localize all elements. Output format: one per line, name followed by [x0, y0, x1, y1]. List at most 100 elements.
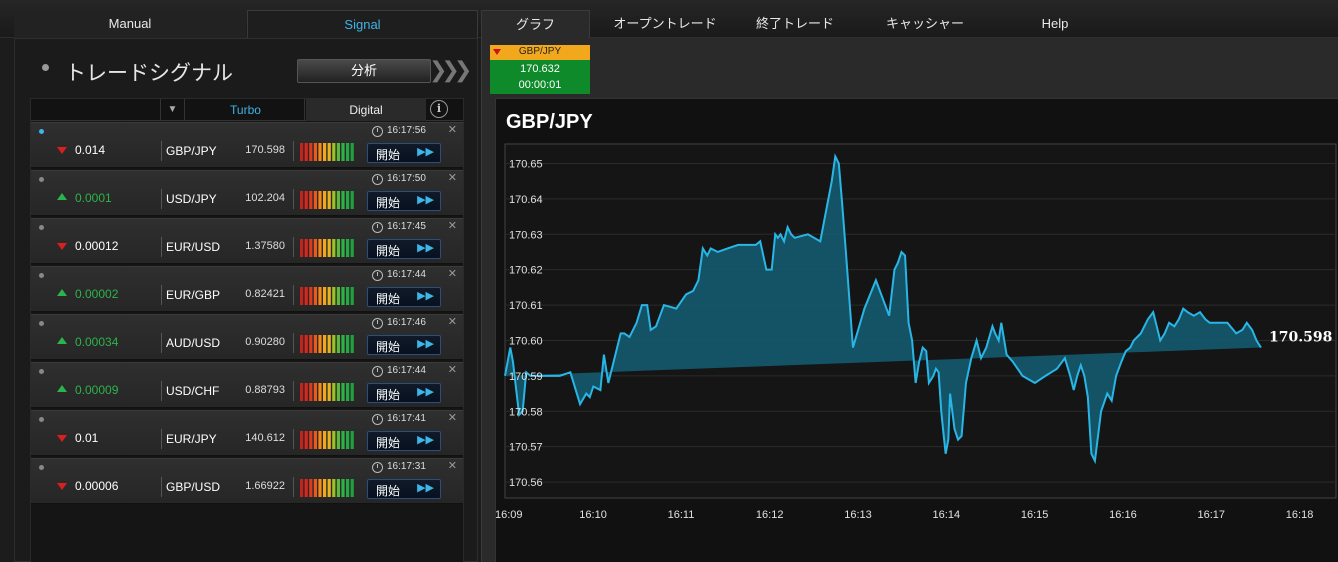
last-price-label: 170.598 [1269, 330, 1332, 346]
meter-bar [336, 287, 340, 305]
signal-time: 16:17:50 [387, 173, 426, 184]
signal-row[interactable]: ✕ 16:17:46 0.00034 AUD/USD 0.90280 開始 ▶▶ [31, 314, 463, 360]
close-icon[interactable]: ✕ [448, 171, 457, 184]
y-tick-label: 170.61 [509, 300, 543, 312]
meter-bar [346, 191, 350, 209]
strength-meter [300, 479, 354, 497]
divider [293, 237, 294, 257]
subtab-turbo[interactable]: Turbo [187, 99, 305, 121]
signal-row[interactable]: ✕ 16:17:31 0.00006 GBP/USD 1.66922 開始 ▶▶ [31, 458, 463, 504]
meter-bar [332, 287, 336, 305]
status-dot-icon [39, 177, 44, 182]
y-tick-label: 170.58 [509, 406, 543, 418]
start-button[interactable]: 開始 ▶▶ [367, 191, 441, 211]
triangle-up-icon [57, 289, 67, 296]
meter-bar [300, 479, 304, 497]
meter-bar [336, 191, 340, 209]
close-icon[interactable]: ✕ [448, 219, 457, 232]
start-button[interactable]: 開始 ▶▶ [367, 431, 441, 451]
meter-bar [341, 383, 345, 401]
start-button-label: 開始 [376, 292, 401, 306]
meter-bar [304, 335, 308, 353]
meter-bar [309, 335, 313, 353]
close-icon[interactable]: ✕ [448, 411, 457, 424]
meter-bar [323, 239, 327, 257]
close-icon[interactable]: ✕ [448, 123, 457, 136]
top-navigation: Manual Signal グラフ オープントレード 終了トレード キャッシャー… [0, 0, 1338, 38]
meter-bar [346, 287, 350, 305]
divider [161, 429, 162, 449]
asset-chip[interactable]: GBP/JPY 170.632 00:00:01 [490, 45, 590, 94]
strength-meter [300, 335, 354, 353]
x-tick-label: 16:16 [1109, 509, 1137, 521]
divider [293, 189, 294, 209]
fast-forward-icon: ▶▶ [417, 386, 434, 398]
filter-select[interactable] [31, 99, 161, 121]
signal-table: ▼ Turbo Digital i ✕ 16:17:56 0.014 GBP/JPY 1… [30, 98, 464, 562]
signal-row[interactable]: ✕ 16:17:41 0.01 EUR/JPY 140.612 開始 ▶▶ [31, 410, 463, 456]
tab-help[interactable]: Help [1000, 10, 1110, 38]
signal-time: 16:17:45 [387, 221, 426, 232]
meter-bar [323, 335, 327, 353]
info-icon[interactable]: i [430, 100, 448, 118]
signal-row[interactable]: ✕ 16:17:45 0.00012 EUR/USD 1.37580 開始 ▶▶ [31, 218, 463, 264]
signal-pair: EUR/JPY [166, 432, 217, 446]
filter-bar: ▼ Turbo Digital i [31, 99, 463, 121]
y-tick-label: 170.65 [509, 158, 543, 170]
close-icon[interactable]: ✕ [448, 459, 457, 472]
tab-cashier[interactable]: キャッシャー [860, 10, 990, 38]
strength-meter [300, 191, 354, 209]
meter-bar [346, 383, 350, 401]
x-tick-label: 16:13 [844, 509, 872, 521]
start-button[interactable]: 開始 ▶▶ [367, 335, 441, 355]
y-tick-label: 170.57 [509, 442, 543, 454]
clock-icon [372, 462, 383, 473]
tab-graph[interactable]: グラフ [481, 10, 590, 38]
meter-bar [318, 239, 322, 257]
meter-bar [341, 191, 345, 209]
start-button-label: 開始 [376, 340, 401, 354]
signal-row[interactable]: ✕ 16:17:44 0.00009 USD/CHF 0.88793 開始 ▶▶ [31, 362, 463, 408]
meter-bar [304, 287, 308, 305]
fast-forward-icon: ▶▶ [417, 146, 434, 158]
asset-chip-pair: GBP/JPY [518, 46, 562, 57]
signal-change: 0.014 [75, 143, 106, 157]
clock-icon [372, 366, 383, 377]
triangle-down-icon [57, 435, 67, 442]
meter-bar [341, 335, 345, 353]
start-button[interactable]: 開始 ▶▶ [367, 239, 441, 259]
fast-forward-icon: ▶▶ [417, 194, 434, 206]
tab-closed-trades[interactable]: 終了トレード [730, 10, 860, 38]
close-icon[interactable]: ✕ [448, 267, 457, 280]
meter-bar [323, 143, 327, 161]
meter-bar [336, 143, 340, 161]
signal-time: 16:17:56 [387, 125, 426, 136]
y-tick-label: 170.63 [509, 229, 543, 241]
signal-pair: USD/CHF [166, 384, 220, 398]
clock-icon [372, 222, 383, 233]
signal-change: 0.00009 [75, 383, 119, 397]
signal-row[interactable]: ✕ 16:17:50 0.0001 USD/JPY 102.204 開始 ▶▶ [31, 170, 463, 216]
tab-manual[interactable]: Manual [14, 10, 246, 38]
start-button[interactable]: 開始 ▶▶ [367, 479, 441, 499]
signal-pair: USD/JPY [166, 192, 217, 206]
start-button[interactable]: 開始 ▶▶ [367, 287, 441, 307]
meter-bar [346, 335, 350, 353]
meter-bar [332, 383, 336, 401]
analyze-button[interactable]: 分析 [297, 59, 431, 83]
close-icon[interactable]: ✕ [448, 363, 457, 376]
chevron-down-icon[interactable]: ▼ [161, 99, 185, 121]
tab-open-trades[interactable]: オープントレード [600, 10, 730, 38]
meter-bar [318, 431, 322, 449]
signal-row[interactable]: ✕ 16:17:56 0.014 GBP/JPY 170.598 開始 ▶▶ [31, 122, 463, 168]
close-icon[interactable]: ✕ [448, 315, 457, 328]
start-button[interactable]: 開始 ▶▶ [367, 383, 441, 403]
meter-bar [318, 287, 322, 305]
divider [161, 141, 162, 161]
signal-row[interactable]: ✕ 16:17:44 0.00002 EUR/GBP 0.82421 開始 ▶▶ [31, 266, 463, 312]
asset-chip-timer: 00:00:01 [518, 79, 562, 91]
tab-signal[interactable]: Signal [247, 10, 478, 38]
subtab-digital[interactable]: Digital [306, 99, 426, 121]
clock-icon [372, 414, 383, 425]
start-button[interactable]: 開始 ▶▶ [367, 143, 441, 163]
